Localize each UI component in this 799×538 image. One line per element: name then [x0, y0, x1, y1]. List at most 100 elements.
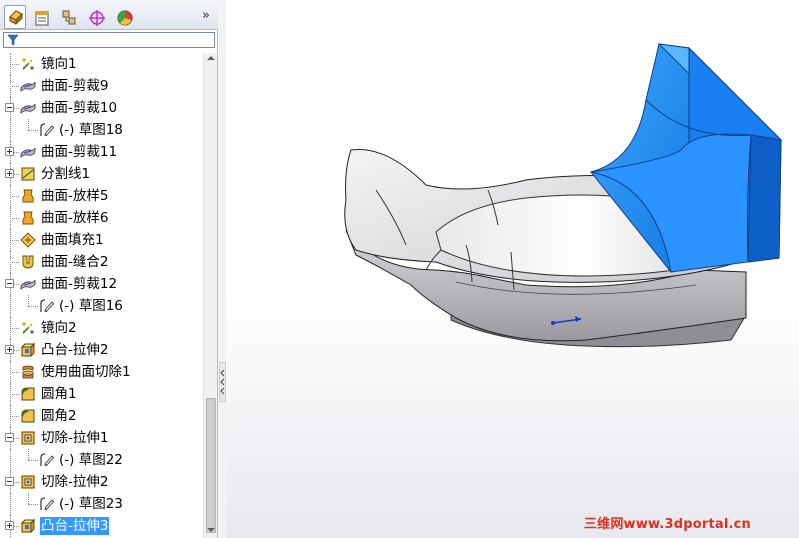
property-manager-icon [35, 11, 49, 26]
tab-feature-manager[interactable] [4, 5, 26, 29]
tree-item[interactable]: 切除-拉伸2 [0, 471, 203, 493]
tree-connector [28, 306, 38, 307]
tree-connector [10, 394, 19, 395]
3d-model[interactable] [226, 0, 799, 538]
watermark-text: 三维网www.3dportal.cn [583, 517, 751, 532]
tree-item-label: 圆角1 [41, 386, 77, 402]
tree-connector [28, 119, 29, 130]
tree-item[interactable]: 曲面-剪裁11 [0, 141, 203, 163]
panel-splitter[interactable] [218, 0, 226, 538]
dimxpert-icon [89, 10, 105, 26]
tree-item-label: 凸台-拉伸3 [40, 517, 110, 535]
tree-item[interactable]: 曲面-放样6 [0, 207, 203, 229]
collapse-panel-handle[interactable] [219, 362, 226, 402]
tree-item[interactable]: 圆角1 [0, 383, 203, 405]
display-manager-icon [117, 10, 133, 26]
tree-connector [10, 328, 19, 329]
scroll-up-arrow[interactable] [207, 56, 215, 60]
mirror-icon [22, 322, 34, 334]
fillet-icon [21, 387, 35, 401]
boss-extrude-icon [20, 518, 36, 534]
feature-manager-panel: » 镜向1 曲面-剪裁9 曲面-剪裁10 (-) 草图18 曲面-剪裁11 分割线1 曲面-… [0, 0, 218, 538]
tab-configuration-manager[interactable] [57, 6, 79, 28]
expand-toggle[interactable] [5, 521, 14, 530]
tree-connector [10, 262, 19, 263]
expand-toggle[interactable] [5, 169, 14, 178]
tree-item[interactable]: 镜向2 [0, 317, 203, 339]
tree-item-label: 凸台-拉伸2 [41, 342, 109, 358]
tree-connector [28, 504, 38, 505]
sketch-icon [40, 453, 55, 467]
tree-connector [28, 493, 29, 504]
tree-item[interactable]: 曲面-剪裁9 [0, 75, 203, 97]
tree-item-label: 曲面-剪裁11 [41, 144, 118, 160]
tree-item-label: (-) 草图16 [59, 298, 123, 314]
tree-item[interactable]: 曲面-放样5 [0, 185, 203, 207]
tree-item[interactable]: 切除-拉伸1 [0, 427, 203, 449]
tree-connector [10, 493, 11, 515]
solidworks-window: » 镜向1 曲面-剪裁9 曲面-剪裁10 (-) 草图18 曲面-剪裁11 分割线1 曲面-… [0, 0, 799, 538]
tree-item[interactable]: 曲面-剪裁10 [0, 97, 203, 119]
surface-loft-icon [22, 211, 34, 225]
tree-connector [10, 295, 11, 317]
tree-item[interactable]: 曲面填充1 [0, 229, 203, 251]
tree-item[interactable]: 镜向1 [0, 53, 203, 75]
tree-item-label: 切除-拉伸2 [41, 474, 109, 490]
tree-item[interactable]: 曲面-剪裁12 [0, 273, 203, 295]
tree-item[interactable]: (-) 草图22 [0, 449, 203, 471]
tab-property-manager[interactable] [30, 6, 52, 28]
tree-item[interactable]: 凸台-拉伸3 [0, 515, 203, 537]
tree-item[interactable]: (-) 草图16 [0, 295, 203, 317]
tree-item-label: 曲面填充1 [41, 232, 104, 248]
tree-connector [10, 372, 19, 373]
tree-item[interactable]: 使用曲面切除1 [0, 361, 203, 383]
collapse-toggle[interactable] [5, 279, 14, 288]
tree-item-label: 曲面-剪裁10 [41, 100, 118, 116]
cut-extrude-icon [21, 431, 35, 445]
expand-toggle[interactable] [5, 345, 14, 354]
sketch-icon [40, 497, 55, 511]
tree-item-label: 圆角2 [41, 408, 77, 424]
tree-connector [10, 240, 19, 241]
tree-item-label: 曲面-放样6 [41, 210, 109, 226]
graphics-area[interactable]: 三维网www.3dportal.cn [226, 0, 799, 538]
collapse-toggle[interactable] [5, 477, 14, 486]
tree-connector [10, 218, 19, 219]
tree-connector [10, 449, 11, 471]
surface-fill-icon [20, 232, 36, 248]
tree-item-label: (-) 草图18 [59, 122, 123, 138]
tree-connector [10, 64, 19, 65]
collapse-toggle[interactable] [5, 103, 14, 112]
tree-item[interactable]: 曲面-缝合2 [0, 251, 203, 273]
scroll-thumb[interactable] [206, 398, 216, 533]
scroll-down-arrow[interactable] [207, 528, 215, 532]
boss-extrude-icon [20, 342, 36, 358]
tree-item-label: 曲面-缝合2 [41, 254, 109, 270]
more-tabs-button[interactable]: » [202, 8, 210, 23]
tree-connector [28, 130, 38, 131]
tab-dimxpert[interactable] [85, 6, 107, 28]
tree-connector [28, 460, 38, 461]
tree-connector [10, 196, 19, 197]
collapse-toggle[interactable] [5, 433, 14, 442]
expand-toggle[interactable] [5, 147, 14, 156]
tree-item-label: 切除-拉伸1 [41, 430, 109, 446]
tree-item[interactable]: 分割线1 [0, 163, 203, 185]
tree-item[interactable]: 凸台-拉伸2 [0, 339, 203, 361]
surface-trim-icon [20, 103, 36, 114]
surface-knit-icon [22, 255, 34, 269]
cut-extrude-icon [21, 475, 35, 489]
tree-item[interactable]: (-) 草图18 [0, 119, 203, 141]
tree-scrollbar[interactable] [203, 53, 217, 538]
panel-tab-bar: » [0, 0, 218, 30]
tree-item[interactable]: 圆角2 [0, 405, 203, 427]
tree-item-label: 分割线1 [41, 166, 91, 182]
surface-trim-icon [20, 279, 36, 290]
tree-item-label: (-) 草图22 [59, 452, 123, 468]
tree-filter-field[interactable] [3, 32, 215, 48]
sketch-icon [40, 299, 55, 313]
tab-display-manager[interactable] [113, 6, 135, 28]
tree-item[interactable]: (-) 草图23 [0, 493, 203, 515]
tree-item-label: 镜向2 [41, 320, 77, 336]
surface-cut-icon [22, 365, 34, 379]
